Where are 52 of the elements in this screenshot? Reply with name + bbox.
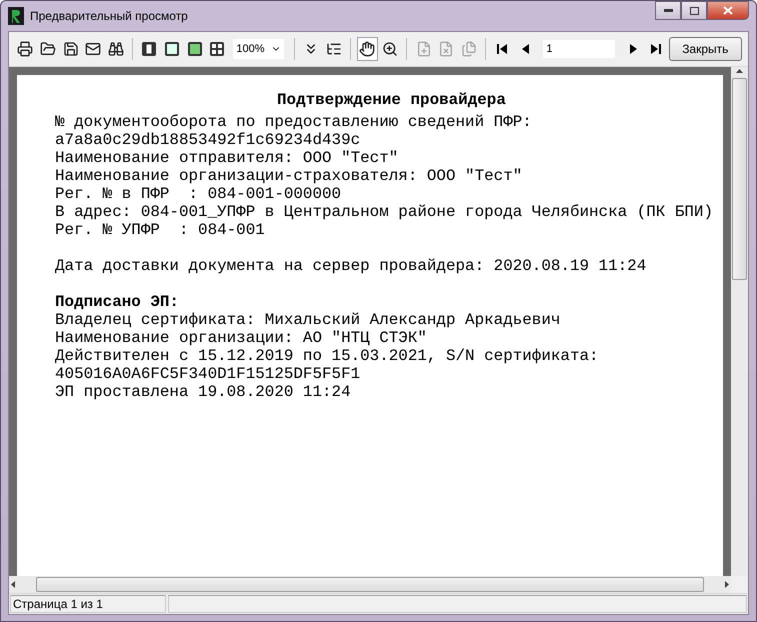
scroll-left-icon [9,580,18,589]
document-line: Подписано ЭП: [55,293,180,311]
page-layout-icon [209,41,226,57]
minimize-icon [664,9,672,12]
binoculars-icon [108,41,124,57]
email-icon [85,41,102,57]
document-line: Действителен с 15.12.2019 по 15.03.2021, S/N сертификата: [55,347,600,365]
document-line: ЭП проставлена 19.08.2020 11:24 [55,383,352,401]
scroll-right-icon [722,580,731,589]
document-line: Наименование организации-страхователя: ООО "Тест" [55,167,524,185]
hand-tool[interactable] [357,37,378,61]
document-line: Наименование организации: АО "НТЦ СТЭК" [55,329,428,347]
zoom-dropdown[interactable]: 100% [233,39,284,59]
scroll-up-icon [735,67,744,76]
horizontal-scrollbar[interactable] [9,576,731,593]
last-page-icon [651,44,662,54]
page-layout-icon [164,41,180,57]
hand-icon [359,41,376,57]
document-line: Наименование отправителя: ООО "Тест" [55,149,400,167]
document-line: Владелец сертификата: Михальский Александр Аркадьевич [55,311,562,329]
open-folder-icon [40,41,56,57]
document-line: № документооборота по предоставлению сведений ПФР: [55,113,533,131]
app-logo-icon [8,7,24,25]
minimize-button[interactable] [655,1,681,20]
next-icon [630,44,638,54]
close-window-button[interactable] [707,1,749,20]
page-add-icon [416,41,432,57]
document-line: Рег. № УПФР : 084-001 [55,221,266,239]
document-line: Рег. № в ПФР : 084-001-000000 [55,185,342,203]
maximize-icon [690,6,698,14]
save-icon [62,41,79,57]
print-icon [17,41,34,57]
document-line: 405016A0A6FC5F340D1F15125DF5F5F1 [55,365,362,383]
document-title: Подтверждение провайдера [277,91,507,109]
document-line: В адрес: 084-001_УПФР в Центральном районе города Челябинска (ПК БПИ) [55,203,714,221]
zoom-in-icon [382,41,398,57]
document-line: Дата доставки документа на сервер провайдера: 2020.08.19 11:24 [55,257,648,275]
first-page-icon [497,44,508,54]
status-page-text: Страница 1 из 1 [10,595,166,613]
page-delete-icon [438,41,454,57]
previous-icon [522,44,528,54]
page-number-field[interactable]: 1 [543,40,616,58]
close-icon [723,6,733,15]
vertical-scrollbar[interactable] [731,67,748,576]
document-line: a7a8a0c29db18853492f1c69234d439c [55,131,362,149]
page-layout-icon [186,41,202,57]
maximize-button[interactable] [681,1,707,20]
window-title: Предварительный просмотр [30,9,189,23]
pages-icon [460,41,477,57]
page-layout-icon [141,41,158,57]
tree-list-icon [326,41,342,57]
close-button[interactable]: Закрыть [668,37,742,61]
